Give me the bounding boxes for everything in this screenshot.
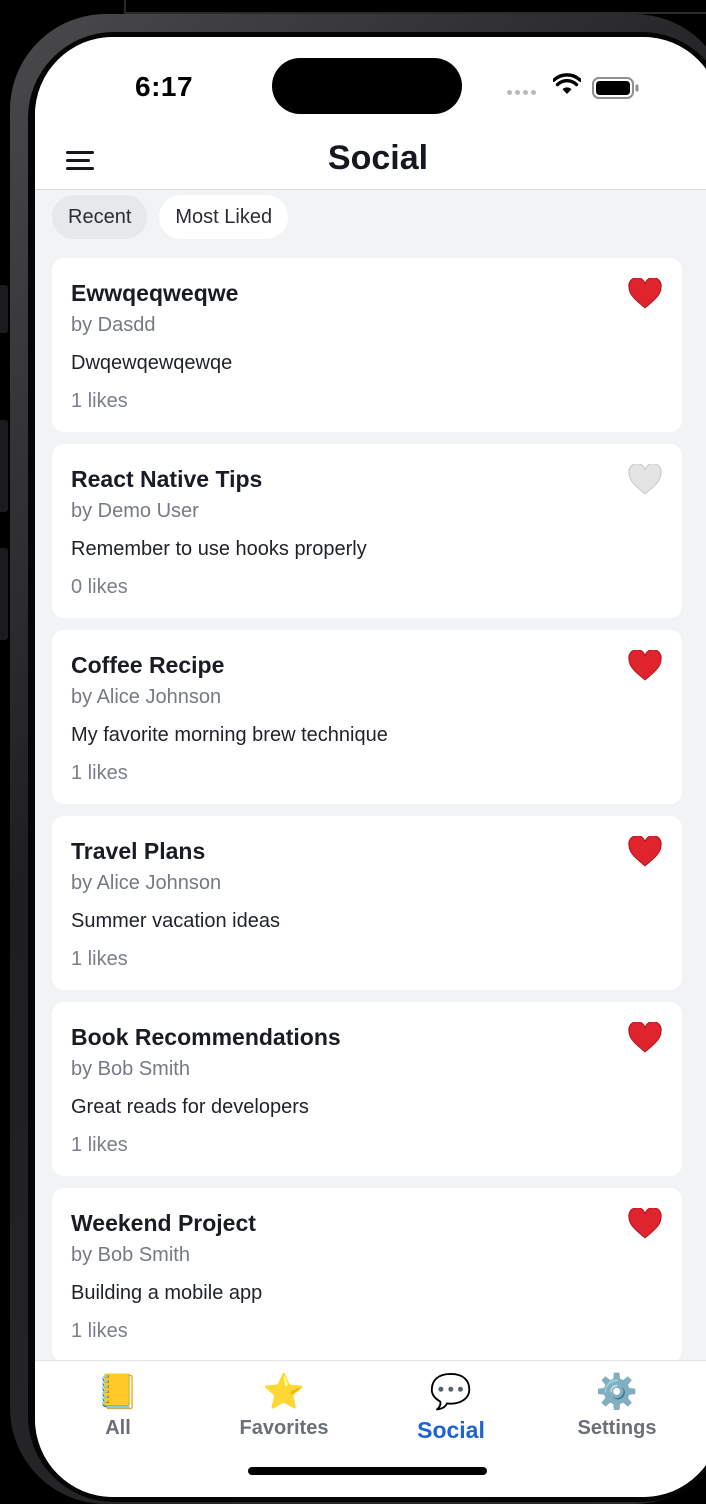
post-author: by Alice Johnson — [71, 872, 222, 894]
tab-label: Settings — [577, 1417, 657, 1439]
app-header: Social — [35, 137, 706, 190]
post-feed: Ewwqeqweqwe by Dasdd Dwqewqewqewqe 1 lik… — [52, 258, 682, 1374]
heart-icon[interactable] — [628, 1208, 662, 1240]
page-title: Social — [327, 139, 429, 177]
post-body: Great reads for developers — [71, 1096, 309, 1118]
tab-all[interactable]: 📒 All — [58, 1371, 178, 1440]
post-card[interactable]: Coffee Recipe by Alice Johnson My favori… — [52, 630, 682, 804]
post-card[interactable]: Book Recommendations by Bob Smith Great … — [52, 1002, 682, 1176]
heart-icon[interactable] — [628, 836, 662, 868]
post-body: Building a mobile app — [71, 1282, 263, 1304]
battery-icon — [592, 77, 639, 99]
home-indicator[interactable] — [248, 1467, 487, 1475]
tab-settings[interactable]: ⚙️ Settings — [557, 1371, 677, 1440]
app-screen: 6:17 Social Recent Most Liked Ewwqeqweqw… — [35, 37, 706, 1497]
cellular-signal-icon — [507, 90, 536, 95]
volume-down-button — [0, 548, 8, 640]
post-likes-count: 1 likes — [71, 762, 128, 784]
status-bar: 6:17 — [35, 37, 706, 137]
status-time: 6:17 — [135, 71, 194, 102]
post-body: My favorite morning brew technique — [71, 724, 388, 746]
filter-chips: Recent Most Liked — [52, 195, 289, 239]
post-body: Summer vacation ideas — [71, 910, 280, 932]
heart-icon[interactable] — [628, 1022, 662, 1054]
post-likes-count: 0 likes — [71, 576, 128, 598]
tab-label: Social — [417, 1417, 485, 1443]
post-title: Coffee Recipe — [71, 652, 225, 678]
post-likes-count: 1 likes — [71, 1320, 128, 1342]
post-likes-count: 1 likes — [71, 390, 128, 412]
post-title: Book Recommendations — [71, 1024, 341, 1050]
post-author: by Alice Johnson — [71, 686, 222, 708]
post-author: by Dasdd — [71, 314, 156, 336]
notebook-icon: 📒 — [96, 1373, 140, 1411]
heart-icon[interactable] — [628, 278, 662, 310]
post-body: Dwqewqewqewqe — [71, 352, 233, 374]
post-title: Ewwqeqweqwe — [71, 280, 239, 306]
post-title: React Native Tips — [71, 466, 263, 492]
tab-label: All — [105, 1417, 131, 1439]
post-title: Weekend Project — [71, 1210, 256, 1236]
post-author: by Bob Smith — [71, 1058, 190, 1080]
tab-label: Favorites — [239, 1417, 329, 1439]
heart-icon[interactable] — [628, 650, 662, 682]
heart-outline-icon[interactable] — [628, 464, 662, 496]
tab-favorites[interactable]: ⭐ Favorites — [224, 1371, 344, 1440]
post-likes-count: 1 likes — [71, 948, 128, 970]
mute-switch — [0, 285, 8, 333]
post-card[interactable]: Ewwqeqweqwe by Dasdd Dwqewqewqewqe 1 lik… — [52, 258, 682, 432]
speech-bubble-icon: 💬 — [429, 1373, 473, 1411]
post-title: Travel Plans — [71, 838, 206, 864]
post-likes-count: 1 likes — [71, 1134, 128, 1156]
tab-social[interactable]: 💬 Social — [391, 1371, 511, 1444]
post-body: Remember to use hooks properly — [71, 538, 367, 560]
post-card[interactable]: React Native Tips by Demo User Remember … — [52, 444, 682, 618]
post-card[interactable]: Weekend Project by Bob Smith Building a … — [52, 1188, 682, 1362]
bottom-tab-bar: 📒 All ⭐ Favorites 💬 Social ⚙️ Settings — [35, 1360, 706, 1497]
star-icon: ⭐ — [262, 1373, 306, 1411]
filter-most-liked[interactable]: Most Liked — [159, 195, 289, 239]
wifi-icon — [553, 73, 581, 94]
post-card[interactable]: Travel Plans by Alice Johnson Summer vac… — [52, 816, 682, 990]
filter-recent[interactable]: Recent — [52, 195, 148, 239]
gear-icon: ⚙️ — [595, 1373, 639, 1411]
volume-up-button — [0, 420, 8, 512]
post-author: by Bob Smith — [71, 1244, 190, 1266]
dynamic-island — [272, 58, 462, 114]
post-author: by Demo User — [71, 500, 199, 522]
